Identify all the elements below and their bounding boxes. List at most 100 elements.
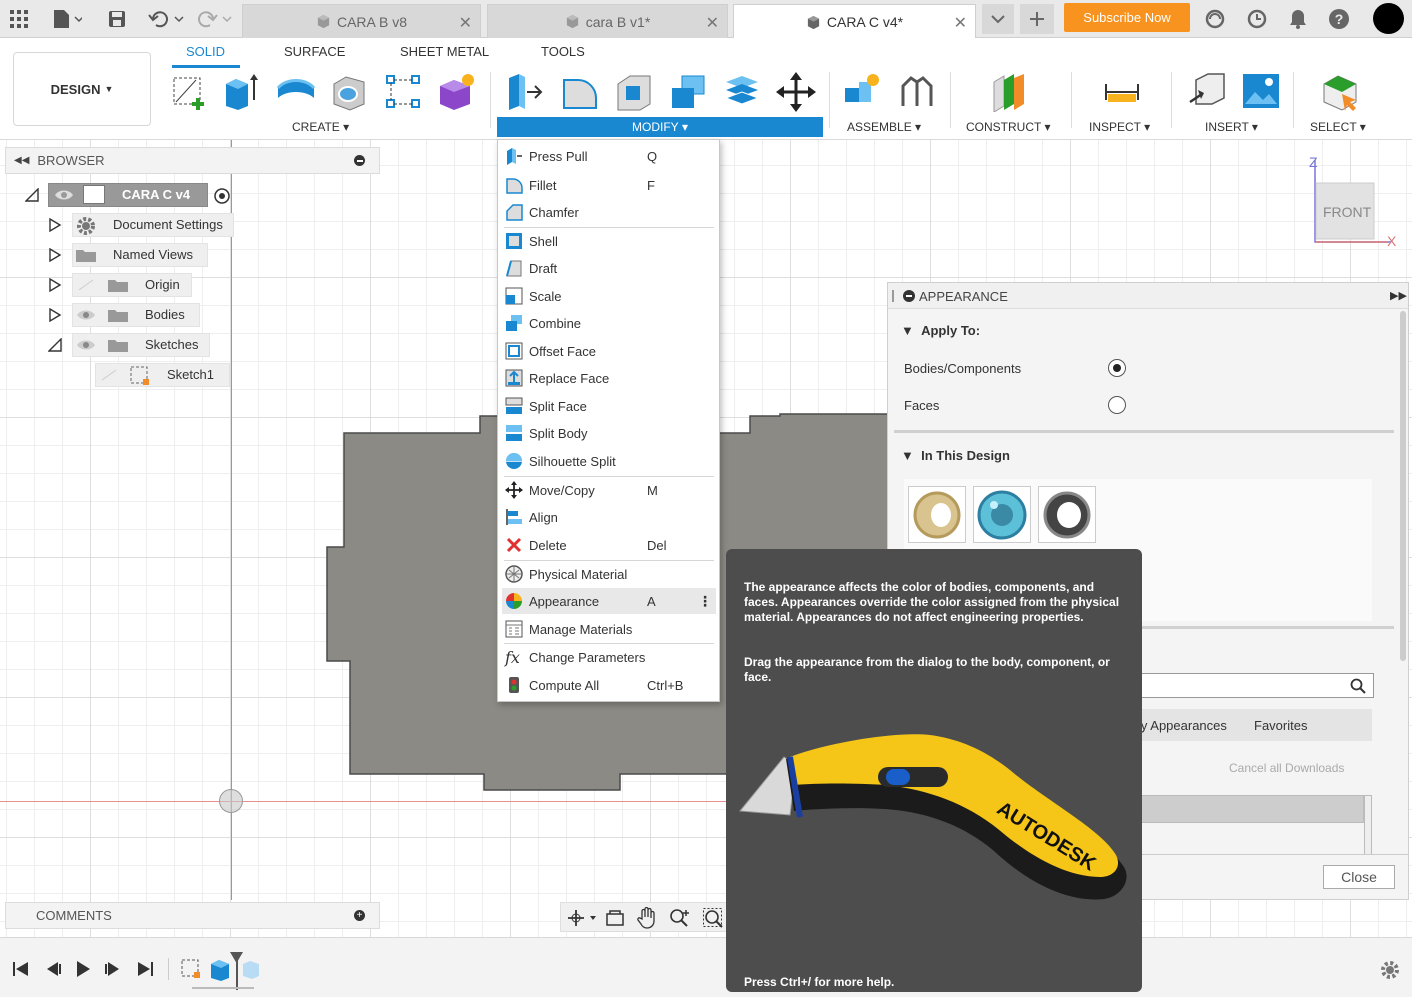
more-options-icon[interactable]: ⋮ [698,593,712,610]
measure-icon[interactable] [1102,72,1142,112]
hole-icon[interactable] [330,72,370,112]
document-tab-active[interactable]: CARA C v4* ✕ [733,4,976,39]
offset-face-icon[interactable] [722,72,762,112]
insert-derive-icon[interactable] [1188,72,1228,112]
notification-bell-icon[interactable] [1285,6,1311,32]
tab-solid[interactable]: SOLID [186,44,225,59]
tab-tools[interactable]: TOOLS [541,44,585,59]
comments-panel-header[interactable]: COMMENTS + [5,902,380,929]
fit-zoom-icon[interactable] [703,908,725,928]
close-tab-icon[interactable]: ✕ [954,13,967,33]
timeline-feature-icon[interactable] [240,958,262,980]
collapse-panel-icon[interactable]: ◀◀ [14,155,29,166]
visibility-eye-icon[interactable] [76,339,96,351]
close-tab-icon[interactable]: ✕ [459,13,472,33]
dialog-minimize-icon[interactable] [903,290,915,302]
press-pull-icon[interactable] [505,72,545,112]
menu-item-silhouette-split[interactable]: Silhouette Split [502,448,716,474]
help-icon[interactable]: ? [1326,6,1352,32]
timeline-marker[interactable] [236,960,238,990]
menu-item-compute-all[interactable]: Compute All Ctrl+B [502,672,716,698]
expand-triangle-icon[interactable] [48,308,62,322]
menu-item-chamfer[interactable]: Chamfer [502,199,716,225]
cancel-downloads-link[interactable]: Cancel all Downloads [1229,761,1344,775]
collapse-triangle-icon[interactable] [48,338,62,352]
chamfer-icon[interactable] [614,72,654,112]
step-back-icon[interactable] [44,960,62,978]
menu-item-press-pull[interactable]: Press Pull Q [502,143,716,169]
tab-my-appearances[interactable]: ly Appearances [1138,718,1227,733]
extrude-icon[interactable] [222,72,262,112]
insert-canvas-icon[interactable] [1241,72,1281,112]
expand-triangle-icon[interactable] [48,218,62,232]
hidden-eye-icon[interactable] [76,279,96,291]
visibility-eye-icon[interactable] [54,189,74,201]
browser-minimize-icon[interactable] [354,155,365,166]
menu-item-move-copy[interactable]: Move/Copy M [502,477,716,503]
menu-item-manage-materials[interactable]: Manage Materials [502,616,716,642]
timeline-sketch-feature-icon[interactable] [180,958,202,980]
job-status-icon[interactable] [1202,6,1228,32]
expand-collapse-triangle-icon[interactable] [25,188,39,202]
construct-group-label[interactable]: CONSTRUCT ▾ [966,120,1050,134]
tree-item-label[interactable]: Origin [145,277,180,292]
drag-handle-icon[interactable] [892,290,894,302]
tab-favorites[interactable]: Favorites [1254,718,1307,733]
create-sketch-icon[interactable] [170,72,210,112]
expand-dialog-icon[interactable]: ▶▶ [1390,289,1407,302]
modify-group-label[interactable]: MODIFY ▾ [497,117,823,137]
dialog-scrollbar[interactable] [1400,311,1406,661]
timeline-extrude-feature-icon[interactable] [208,956,234,982]
undo-icon[interactable] [146,6,186,32]
view-cube-face-label[interactable]: FRONT [1323,204,1371,220]
menu-item-shell[interactable]: Shell [502,228,716,254]
document-tab[interactable]: cara B v1* ✕ [487,4,728,38]
joint-icon[interactable] [897,72,937,112]
appearance-swatch[interactable] [908,486,966,543]
app-grid-icon[interactable] [6,6,32,32]
menu-item-appearance[interactable]: Appearance A ⋮ [502,588,716,614]
file-menu-icon[interactable] [50,6,84,32]
pan-hand-icon[interactable] [637,907,657,929]
document-tab[interactable]: CARA B v8 ✕ [242,4,481,38]
insert-group-label[interactable]: INSERT ▾ [1205,120,1258,134]
expand-triangle-icon[interactable] [48,278,62,292]
redo-icon[interactable] [194,6,234,32]
tree-item-label[interactable]: Named Views [113,247,193,262]
root-component-label[interactable]: CARA C v4 [122,187,190,202]
workspace-design-button[interactable]: DESIGN ▼ [13,52,151,126]
look-at-icon[interactable] [605,908,625,928]
settings-gear-icon[interactable] [1380,960,1400,980]
new-tab-plus-icon[interactable] [1020,4,1054,34]
step-forward-icon[interactable] [104,960,122,978]
menu-item-change-parameters[interactable]: fx Change Parameters [502,644,716,670]
orbit-icon[interactable] [567,909,597,927]
appearance-swatch[interactable] [1038,486,1096,543]
menu-item-combine[interactable]: Combine [502,310,716,336]
save-icon[interactable] [104,6,130,32]
appearance-swatch[interactable] [973,486,1031,543]
close-button[interactable]: Close [1323,865,1395,889]
browser-panel-header[interactable]: ◀◀ BROWSER [5,147,380,174]
pattern-icon[interactable] [384,72,424,112]
new-component-icon[interactable] [841,72,881,112]
tab-sheet-metal[interactable]: SHEET METAL [400,44,489,59]
tab-surface[interactable]: SURFACE [284,44,345,59]
tree-item-label[interactable]: Sketches [145,337,198,352]
zoom-icon[interactable] [669,908,691,928]
fillet-icon[interactable] [560,72,600,112]
activate-radio-icon[interactable] [213,187,231,205]
move-icon[interactable] [776,72,816,112]
create-group-label[interactable]: CREATE ▾ [292,120,349,134]
tab-overflow-chevron-icon[interactable] [982,4,1014,34]
menu-item-delete[interactable]: Delete Del [502,532,716,558]
user-avatar[interactable] [1373,3,1404,34]
in-this-design-header[interactable]: ▼ In This Design [901,448,1010,463]
add-comment-icon[interactable]: + [354,910,365,921]
origin-point[interactable] [219,789,243,813]
close-tab-icon[interactable]: ✕ [706,13,719,33]
apply-to-header[interactable]: ▼ Apply To: [901,323,980,338]
inspect-group-label[interactable]: INSPECT ▾ [1089,120,1150,134]
menu-item-physical-material[interactable]: Physical Material [502,561,716,587]
go-to-end-icon[interactable] [136,960,154,978]
